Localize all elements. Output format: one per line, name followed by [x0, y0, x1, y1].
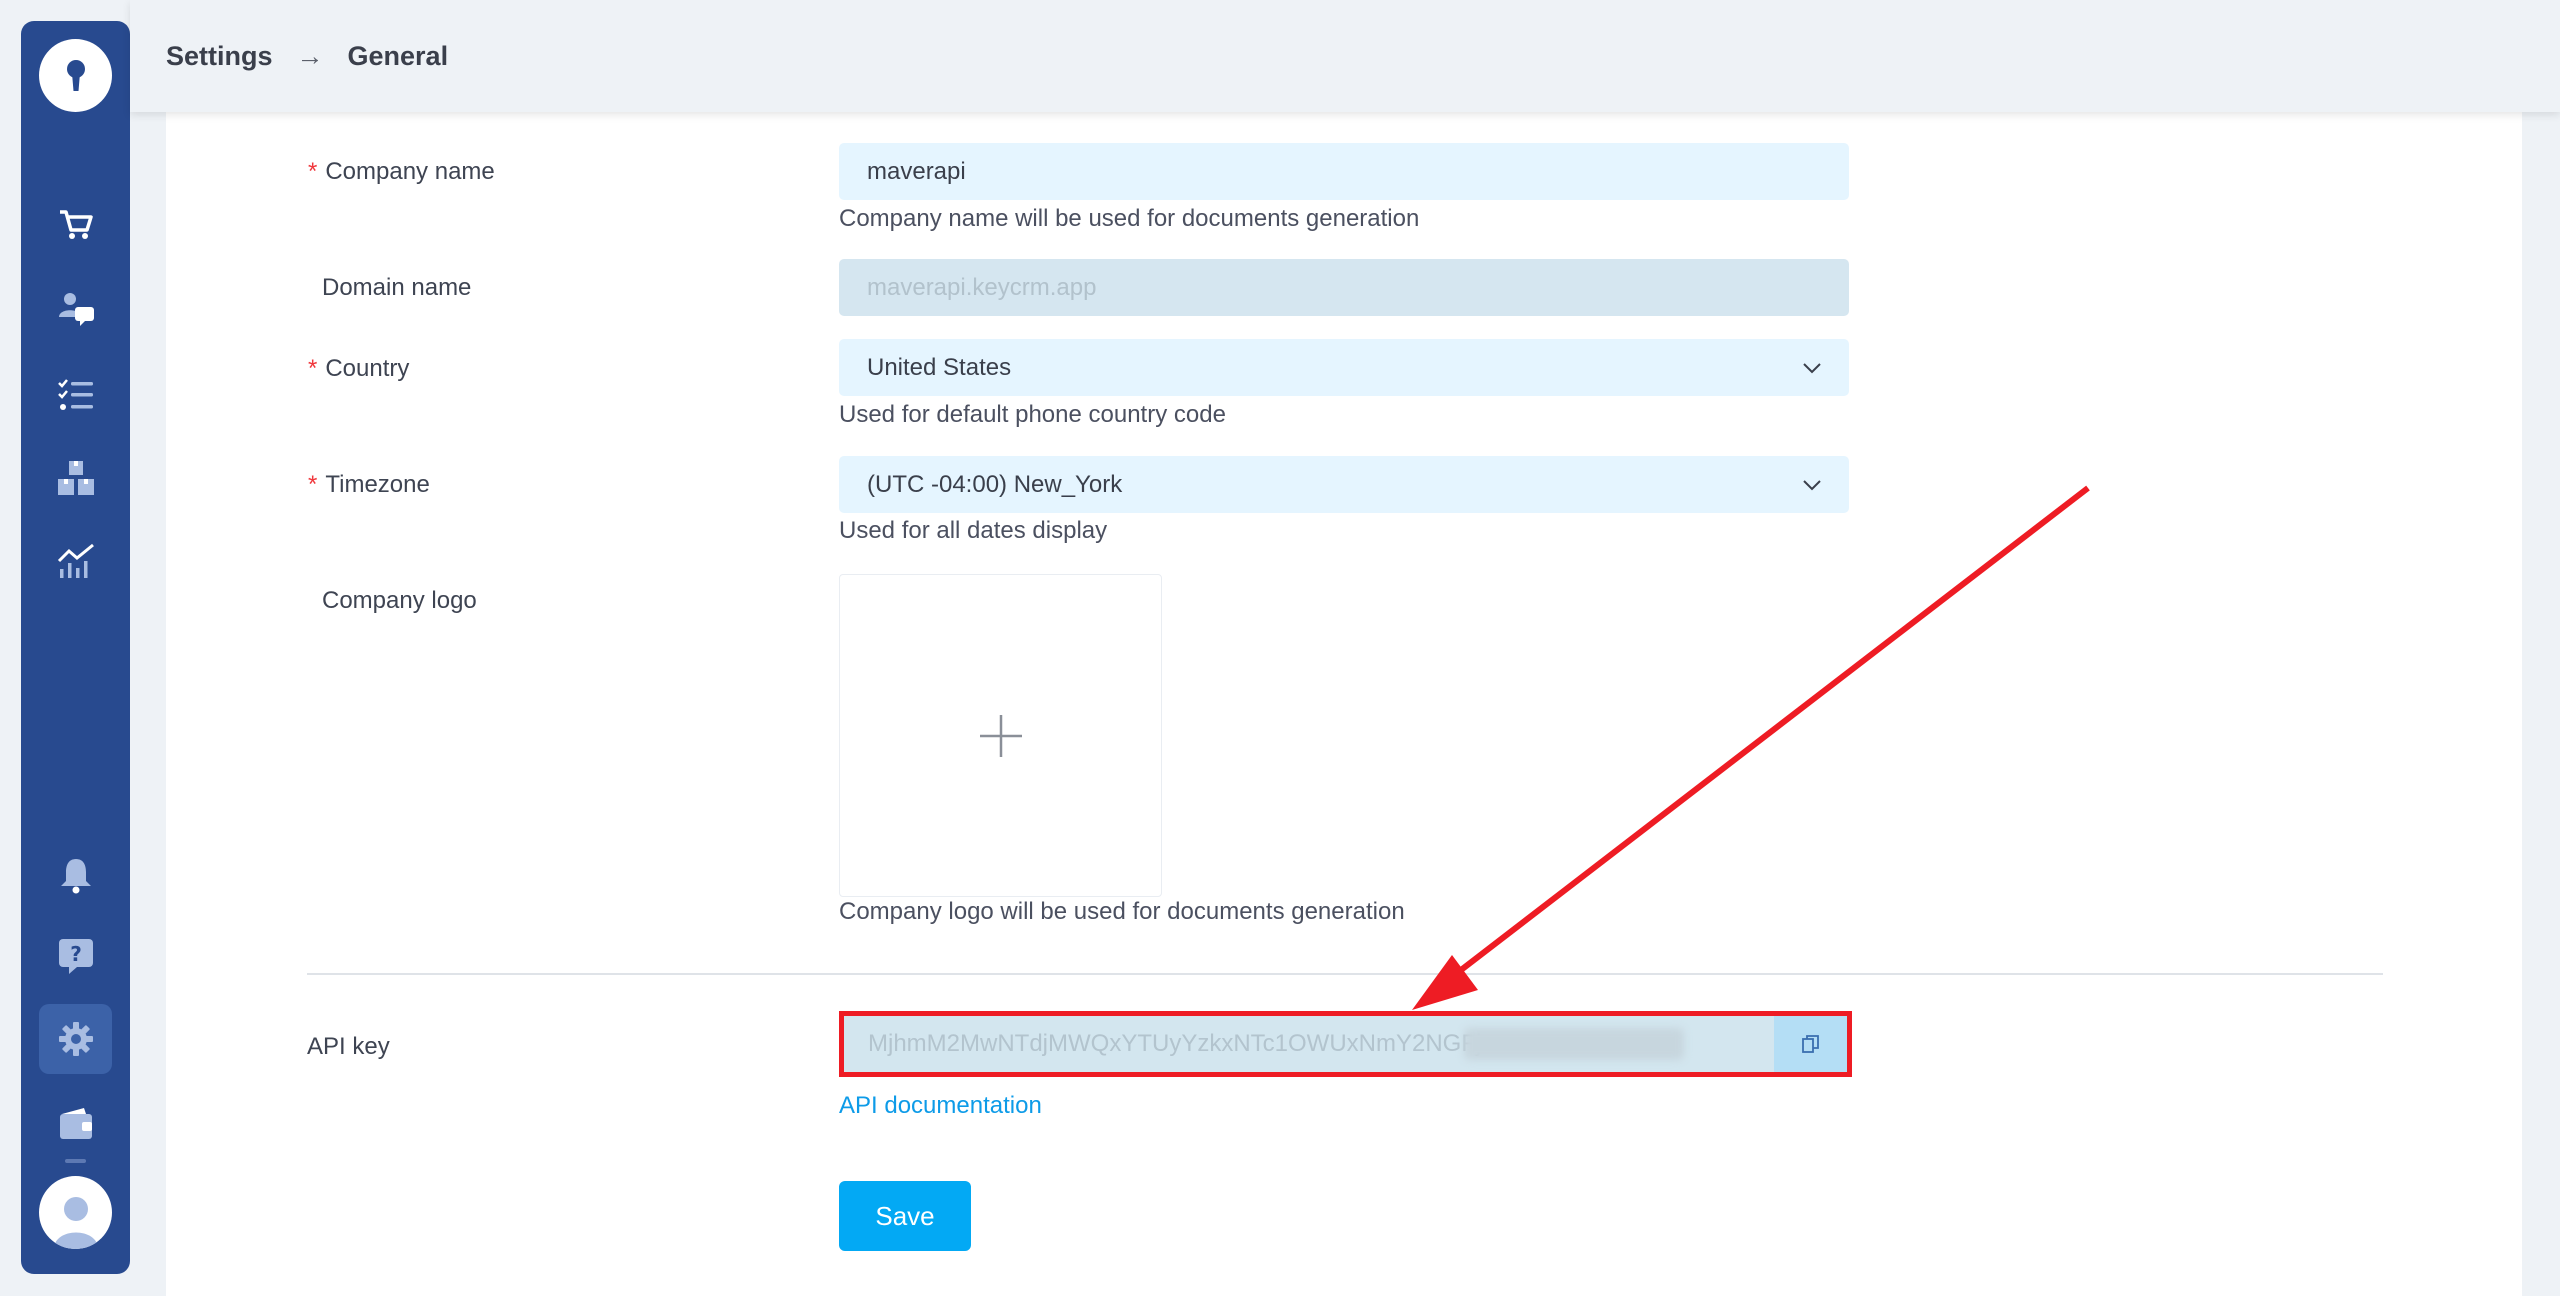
- timezone-hint: Used for all dates display: [839, 517, 1108, 544]
- sidebar-item-customers[interactable]: [39, 274, 112, 344]
- company-name-value: maverapi: [867, 157, 966, 185]
- sidebar-item-notifications[interactable]: [39, 840, 112, 910]
- user-avatar[interactable]: [39, 1176, 112, 1249]
- company-name-label: * Company name: [308, 158, 495, 185]
- checklist-icon: [57, 379, 93, 410]
- plus-icon: [979, 714, 1022, 757]
- logo-upload-area[interactable]: [839, 574, 1162, 897]
- page-header: Settings → General: [130, 0, 2560, 112]
- company-logo-label: Company logo: [322, 587, 477, 614]
- boxes-icon: [57, 461, 94, 495]
- app-logo[interactable]: [39, 39, 112, 112]
- chevron-down-icon: [1803, 480, 1821, 491]
- domain-name-label: Domain name: [322, 274, 472, 301]
- sidebar-item-wallet[interactable]: [39, 1089, 112, 1159]
- cart-icon: [59, 210, 93, 239]
- help-icon: ?: [58, 939, 93, 974]
- sidebar-divider: [65, 1159, 86, 1163]
- api-key-redaction: [1464, 1028, 1684, 1060]
- country-value: United States: [867, 353, 1012, 381]
- country-select[interactable]: United States: [839, 339, 1849, 396]
- copy-icon: [1801, 1035, 1819, 1053]
- user-avatar-icon: [53, 1197, 98, 1249]
- sidebar-item-analytics[interactable]: [39, 526, 112, 596]
- breadcrumb-arrow-icon: →: [296, 40, 324, 71]
- timezone-value: (UTC -04:00) New_York: [867, 470, 1123, 498]
- domain-name-value: maverapi.keycrm.app: [867, 273, 1097, 301]
- sidebar: ?: [21, 21, 130, 1274]
- sidebar-item-tasks[interactable]: [39, 360, 112, 430]
- copy-api-key-button[interactable]: [1774, 1016, 1847, 1072]
- wallet-icon: [59, 1108, 92, 1139]
- required-mark: *: [308, 158, 318, 185]
- required-mark: *: [308, 471, 318, 498]
- breadcrumb-general: General: [347, 40, 449, 71]
- api-key-label: API key: [307, 1033, 390, 1060]
- user-chat-icon: [58, 293, 94, 326]
- section-divider: [307, 973, 2383, 975]
- sidebar-item-warehouse[interactable]: [39, 443, 112, 513]
- timezone-select[interactable]: (UTC -04:00) New_York: [839, 456, 1849, 513]
- save-button[interactable]: Save: [839, 1181, 971, 1251]
- sidebar-item-orders[interactable]: [39, 189, 112, 259]
- api-key-value: MjhmM2MwNTdjMWQxYTUyYzkxNTc1OWUxNmY2NGFj: [868, 1030, 1482, 1057]
- required-mark: *: [308, 355, 318, 382]
- gear-icon: [58, 1022, 93, 1056]
- bell-icon: [60, 859, 91, 894]
- chart-icon: [57, 543, 94, 578]
- domain-name-input: maverapi.keycrm.app: [839, 259, 1849, 316]
- country-hint: Used for default phone country code: [839, 401, 1226, 428]
- timezone-label: * Timezone: [308, 471, 430, 498]
- breadcrumb-settings[interactable]: Settings: [166, 41, 273, 72]
- sidebar-item-settings[interactable]: [39, 1004, 112, 1074]
- company-name-input[interactable]: maverapi: [839, 143, 1849, 200]
- company-logo-hint: Company logo will be used for documents …: [839, 898, 1405, 925]
- api-documentation-link[interactable]: API documentation: [839, 1092, 1042, 1120]
- chevron-down-icon: [1803, 363, 1821, 374]
- company-name-hint: Company name will be used for documents …: [839, 205, 1420, 232]
- sidebar-item-help[interactable]: ?: [39, 921, 112, 991]
- api-key-highlight: MjhmM2MwNTdjMWQxYTUyYzkxNTc1OWUxNmY2NGFj: [839, 1011, 1852, 1077]
- svg-text:?: ?: [70, 942, 82, 966]
- keyhole-icon: [66, 59, 85, 91]
- country-label: * Country: [308, 355, 410, 382]
